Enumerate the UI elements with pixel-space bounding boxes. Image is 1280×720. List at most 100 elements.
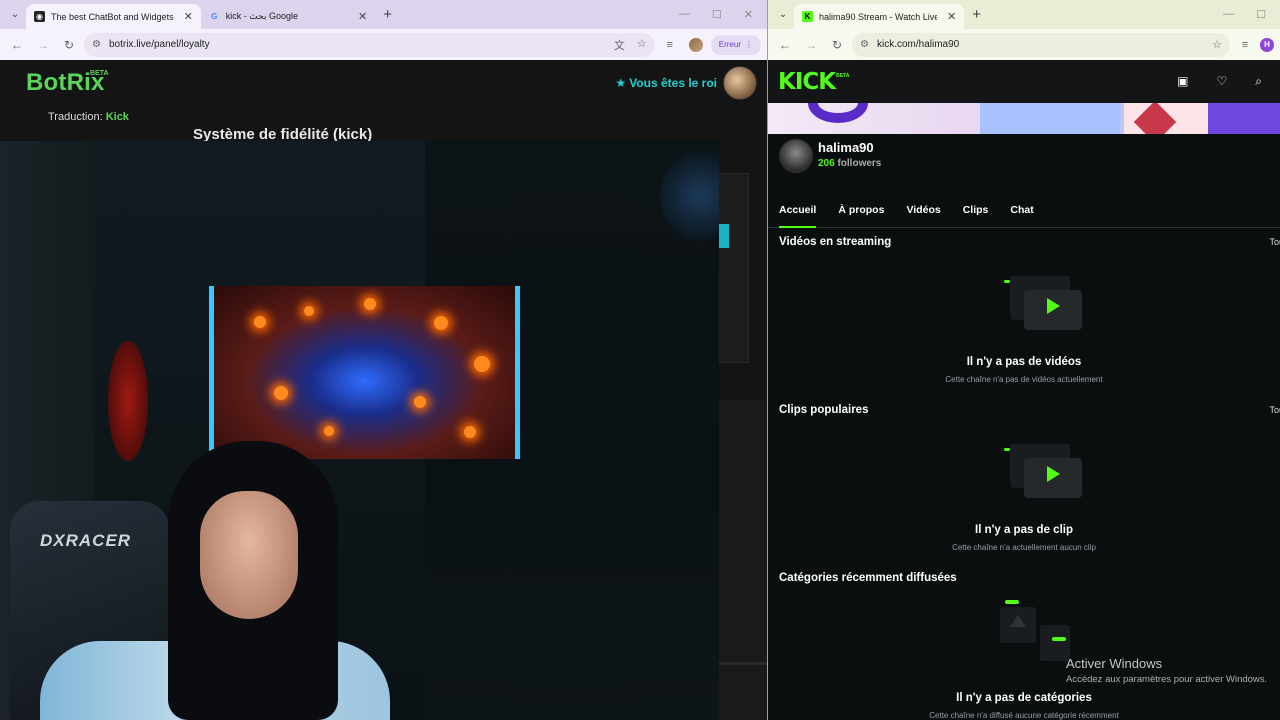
beta-badge: BETA [836,72,850,79]
tab-botrix[interactable]: ◉ The best ChatBot and Widgets ✕ [26,4,201,29]
tab-title: kick - بحث Google [225,11,298,21]
empty-videos-title: Il n'y a pas de vidéos [966,356,1082,368]
search-icon[interactable]: ⌕ [1255,74,1262,89]
king-status: ★ Vous êtes le roi [615,75,717,90]
empty-categories-illustration [1000,595,1080,661]
minimize-icon[interactable]: — [1223,8,1234,21]
url-text: kick.com/halima90 [876,39,960,50]
translate-icon[interactable]: 文 [614,37,625,53]
maximize-icon[interactable]: ☐ [1256,8,1266,21]
panel-accent[interactable] [719,224,729,248]
right-omnibar: ← → ↻ ⚙ kick.com/halima90 ☆ ≡ H [768,29,1280,60]
tab-title: halima90 Stream - Watch Live o [819,11,937,22]
tab-accueil[interactable]: Accueil [779,198,817,228]
new-tab-icon[interactable]: + [972,6,981,23]
left-tab-bar: ⌄ ◉ The best ChatBot and Widgets ✕ G kic… [0,0,767,29]
more-menu-icon: ⋮ [745,40,753,49]
windows-activation-title: Activer Windows [1066,656,1163,671]
forward-icon[interactable]: → [800,34,822,56]
reading-list-icon[interactable]: ≡ [1234,34,1256,56]
back-icon[interactable]: ← [774,34,796,56]
tab-videos[interactable]: Vidéos [906,198,940,227]
tab-chat[interactable]: Chat [1010,198,1033,227]
kick-logo[interactable]: KICK [778,69,836,95]
channel-avatar[interactable] [779,139,813,173]
tab-title: The best ChatBot and Widgets [51,11,174,22]
reading-list-icon[interactable]: ≡ [659,34,681,56]
close-window-icon[interactable]: ✕ [744,8,753,21]
channel-name[interactable]: halima90 [818,140,874,155]
tab-a-propos[interactable]: À propos [838,198,884,227]
close-icon[interactable]: ✕ [184,10,193,23]
followers-count: 206 followers [818,158,882,169]
forward-icon[interactable]: → [32,34,54,56]
wall-screen [209,286,520,459]
translation-label: Traduction: Kick [48,111,129,123]
channel-info: halima90 206 followers [768,134,1280,198]
channel-banner [768,103,1280,134]
address-bar[interactable]: ⚙ botrix.live/panel/loyalty 文 ☆ [84,32,655,57]
section-title-videos: Vidéos en streaming [779,236,892,248]
section-title-categories: Catégories récemment diffusées [779,572,957,584]
right-browser-window: ⌄ K halima90 Stream - Watch Live o ✕ + —… [768,0,1280,720]
window-controls: — ☐ [1223,8,1280,21]
beta-badge: BETA [90,70,109,77]
see-all-clips-link[interactable]: Tou [1269,405,1280,415]
bookmark-star-icon[interactable]: ☆ [1212,38,1222,51]
tab-clips[interactable]: Clips [963,198,989,227]
reload-icon[interactable]: ↻ [826,34,848,56]
site-info-icon[interactable]: ⚙ [92,39,101,50]
empty-clips-subtitle: Cette chaîne n'a actuellement aucun clip [952,543,1096,552]
empty-videos-illustration [1004,276,1084,330]
site-info-icon[interactable]: ⚙ [860,39,869,50]
empty-categories-title: Il n'y a pas de catégories [956,692,1092,704]
see-all-videos-link[interactable]: Tou [1269,237,1280,247]
left-browser-window: ⌄ ◉ The best ChatBot and Widgets ✕ G kic… [0,0,767,720]
reload-icon[interactable]: ↻ [58,34,80,56]
star-icon: ★ [615,75,627,90]
play-icon [1047,466,1060,482]
user-avatar[interactable] [723,66,757,100]
minimize-icon[interactable]: — [679,8,690,21]
play-icon [1047,298,1060,314]
tab-search-button[interactable]: ⌄ [772,4,794,26]
tab-search-button[interactable]: ⌄ [4,4,26,26]
heart-icon[interactable]: ♡ [1217,74,1228,89]
channel-tabs: Accueil À propos Vidéos Clips Chat [768,198,1280,228]
new-tab-icon[interactable]: + [383,6,392,23]
botrix-favicon-icon: ◉ [34,11,45,22]
profile-avatar[interactable]: H [1260,37,1274,52]
tab-google-search[interactable]: G kick - بحث Google ✕ [201,4,375,29]
person-face [200,491,298,619]
error-button[interactable]: Erreur ⋮ [710,34,761,55]
empty-clips-title: Il n'y a pas de clip [975,524,1073,536]
windows-activation-subtitle: Accédez aux paramètres pour activer Wind… [1066,674,1268,685]
empty-clips-illustration [1004,444,1084,498]
lamp [660,151,719,241]
kick-header: KICK BETA ▣ ♡ ⌕ [768,60,1280,103]
plant [108,341,148,461]
right-tab-bar: ⌄ K halima90 Stream - Watch Live o ✕ + —… [768,0,1280,29]
webcam-overlay: DXRACER [0,141,719,720]
maximize-icon[interactable]: ☐ [712,8,722,21]
empty-categories-subtitle: Cette chaîne n'a diffusé aucune catégori… [929,711,1119,720]
kick-page: KICK BETA ▣ ♡ ⌕ halima90 206 followers A… [768,60,1280,720]
section-title-clips: Clips populaires [779,404,869,416]
back-icon[interactable]: ← [6,34,28,56]
translation-value[interactable]: Kick [106,111,129,123]
botrix-header: BotRix BETA ★ Vous êtes le roi [0,60,767,105]
tab-kick[interactable]: K halima90 Stream - Watch Live o ✕ [794,4,965,29]
bookmark-star-icon[interactable]: ☆ [637,37,647,53]
address-bar[interactable]: ⚙ kick.com/halima90 ☆ [852,32,1230,57]
calendar-icon[interactable]: ▣ [1177,74,1188,89]
settings-panel-edge [718,173,749,363]
left-omnibar: ← → ↻ ⚙ botrix.live/panel/loyalty 文 ☆ ≡ … [0,29,767,60]
close-icon[interactable]: ✕ [947,10,956,23]
url-text: botrix.live/panel/loyalty [108,39,210,50]
chair-brand: DXRACER [40,531,132,550]
profile-avatar[interactable] [685,34,707,56]
google-favicon-icon: G [211,12,218,21]
kick-favicon-icon: K [802,11,813,22]
close-icon[interactable]: ✕ [358,10,367,23]
empty-videos-subtitle: Cette chaîne n'a pas de vidéos actuellem… [945,375,1103,384]
